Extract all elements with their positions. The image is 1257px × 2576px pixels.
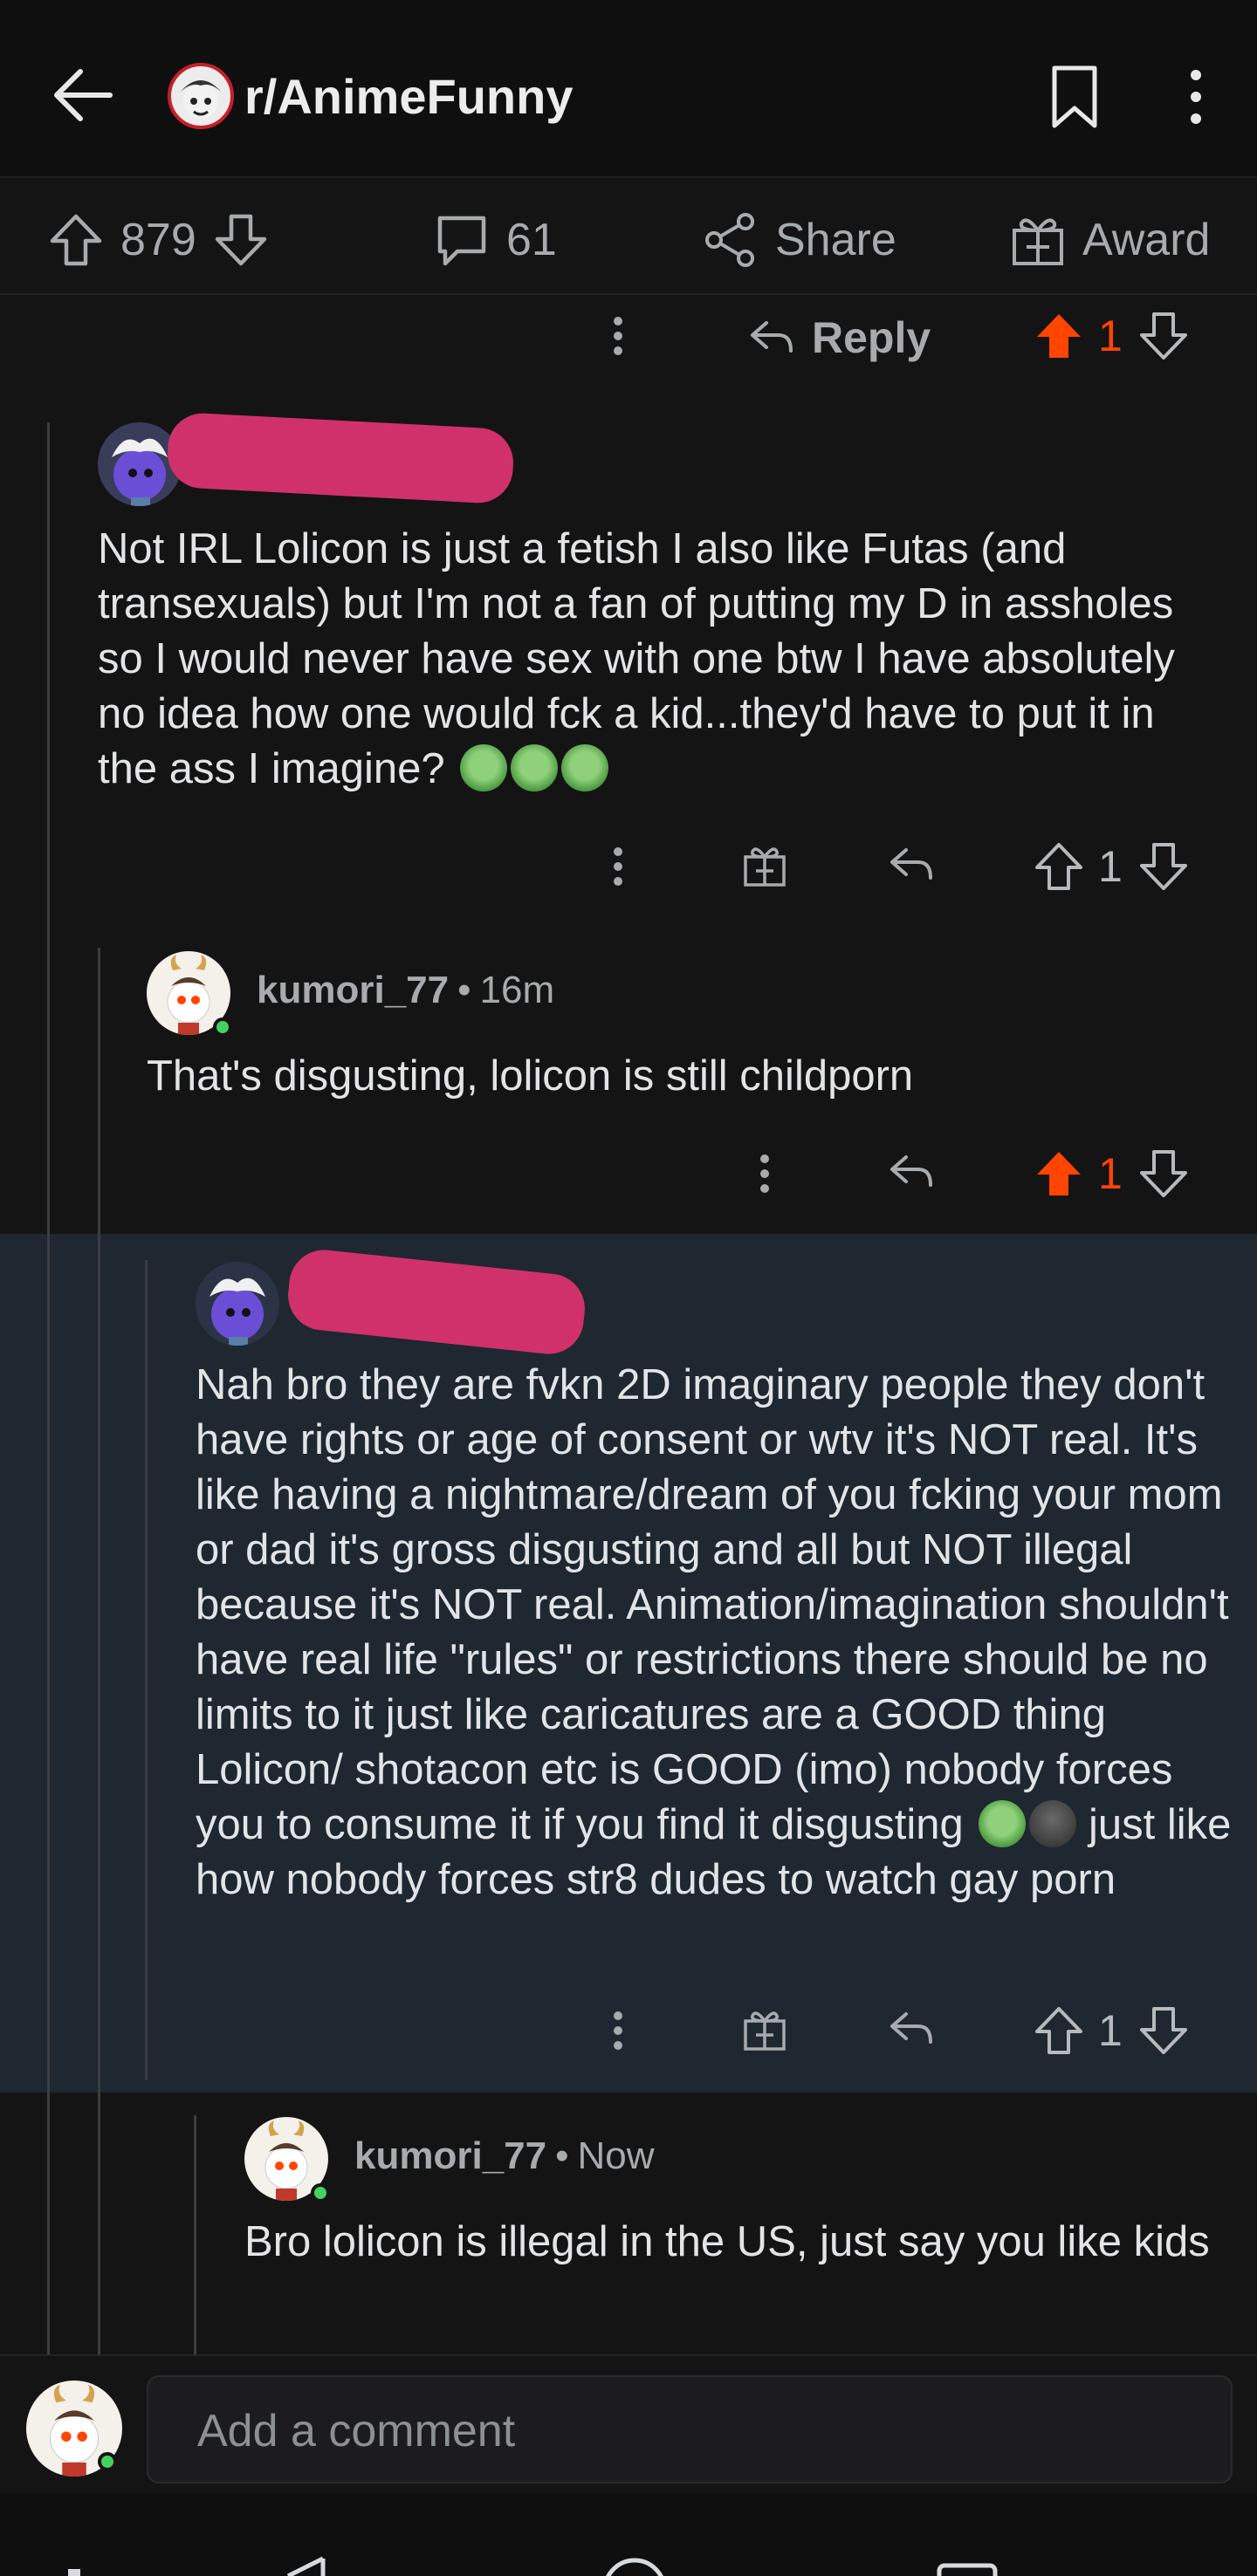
vote-count: 1 <box>1098 312 1123 360</box>
post-vote-count: 879 <box>120 215 196 265</box>
post-vote-group: 879 <box>47 209 285 271</box>
award-label: Award <box>1082 215 1211 265</box>
online-indicator <box>311 2183 330 2203</box>
downvote-icon[interactable] <box>1138 311 1189 361</box>
username[interactable]: kumori_77 <box>354 2134 546 2178</box>
vote-group: 1 <box>1034 1148 1189 1199</box>
comment-body: Nah bro they are fvkn 2D imaginary peopl… <box>196 1358 1234 1908</box>
award-button[interactable]: Award <box>1009 209 1210 271</box>
more-options-icon[interactable] <box>611 314 625 358</box>
comment-meta: kumori_77 • 16m <box>257 969 554 1012</box>
online-indicator <box>98 2452 117 2471</box>
share-button[interactable]: Share <box>702 209 896 271</box>
comment-body: Not IRL Lolicon is just a fetish I also … <box>98 522 1198 797</box>
thread-line <box>98 948 100 2360</box>
system-nav-bar <box>0 2494 1257 2576</box>
reply-icon[interactable] <box>887 843 936 887</box>
upvote-icon[interactable] <box>1034 2005 1084 2056</box>
timestamp: Now <box>577 2134 655 2177</box>
nauseated-face-emoji <box>979 1800 1027 1847</box>
comments-button[interactable]: 61 <box>433 209 557 271</box>
comment-placeholder: Add a comment <box>197 2406 516 2456</box>
vote-group: 1 <box>1034 311 1189 361</box>
share-label: Share <box>775 215 896 265</box>
downvote-icon[interactable] <box>1138 841 1189 892</box>
reply-icon <box>747 316 796 360</box>
subreddit-avatar[interactable] <box>168 63 234 129</box>
upvote-icon[interactable] <box>47 211 120 269</box>
online-indicator <box>213 1017 232 1037</box>
dark-face-emoji <box>1029 1800 1077 1847</box>
thread-line <box>194 2115 196 2360</box>
add-comment-input[interactable]: Add a comment <box>147 2375 1233 2484</box>
vote-group: 1 <box>1034 2005 1189 2056</box>
award-gift-icon <box>1009 211 1082 269</box>
reply-icon[interactable] <box>887 1150 936 1194</box>
downvote-icon[interactable] <box>212 211 285 269</box>
meta-separator: • <box>555 2134 569 2177</box>
upvote-icon[interactable] <box>1034 1148 1084 1199</box>
more-options-icon[interactable] <box>611 845 625 888</box>
vote-group: 1 <box>1034 841 1189 892</box>
vote-count: 1 <box>1098 2006 1123 2055</box>
nauseated-face-emoji <box>561 744 609 791</box>
thread-line <box>145 1260 148 2080</box>
award-gift-icon[interactable] <box>742 2007 787 2052</box>
vote-count: 1 <box>1098 842 1123 891</box>
subreddit-name[interactable]: r/AnimeFunny <box>244 68 573 126</box>
avatar[interactable] <box>196 1262 279 1346</box>
vote-count: 1 <box>1098 1149 1123 1198</box>
comment-bubble-icon <box>433 211 506 269</box>
thread-line <box>47 422 50 2360</box>
reply-label: Reply <box>812 313 931 362</box>
reply-icon[interactable] <box>887 2007 936 2051</box>
downvote-icon[interactable] <box>1138 1148 1189 1199</box>
comment-text: Nah bro they are fvkn 2D imaginary peopl… <box>196 1361 1229 1848</box>
nauseated-face-emoji <box>460 744 508 791</box>
back-arrow-icon[interactable] <box>51 63 115 127</box>
upvote-icon[interactable] <box>1034 311 1084 361</box>
timestamp: 16m <box>479 969 555 1011</box>
bookmark-icon[interactable] <box>1044 65 1105 129</box>
award-gift-icon[interactable] <box>742 843 787 888</box>
comment-text: Bro lolicon is illegal in the US, just s… <box>244 2218 1210 2265</box>
share-icon <box>702 211 775 269</box>
more-vertical-icon[interactable] <box>1178 68 1213 126</box>
meta-separator: • <box>457 969 471 1011</box>
reply-button[interactable]: Reply <box>747 312 931 363</box>
redaction-mark <box>166 411 515 505</box>
downvote-icon[interactable] <box>1138 2005 1189 2056</box>
comment-meta: kumori_77 • Now <box>354 2134 655 2178</box>
comment-text: That's disgusting, lolicon is still chil… <box>147 1052 914 1100</box>
more-options-icon[interactable] <box>611 2009 625 2052</box>
more-options-icon[interactable] <box>758 1152 772 1196</box>
username[interactable]: kumori_77 <box>257 969 449 1012</box>
upvote-icon[interactable] <box>1034 841 1084 892</box>
comment-count: 61 <box>506 215 557 265</box>
comment-text: Not IRL Lolicon is just a fetish I also … <box>98 525 1175 792</box>
nauseated-face-emoji <box>511 744 559 791</box>
